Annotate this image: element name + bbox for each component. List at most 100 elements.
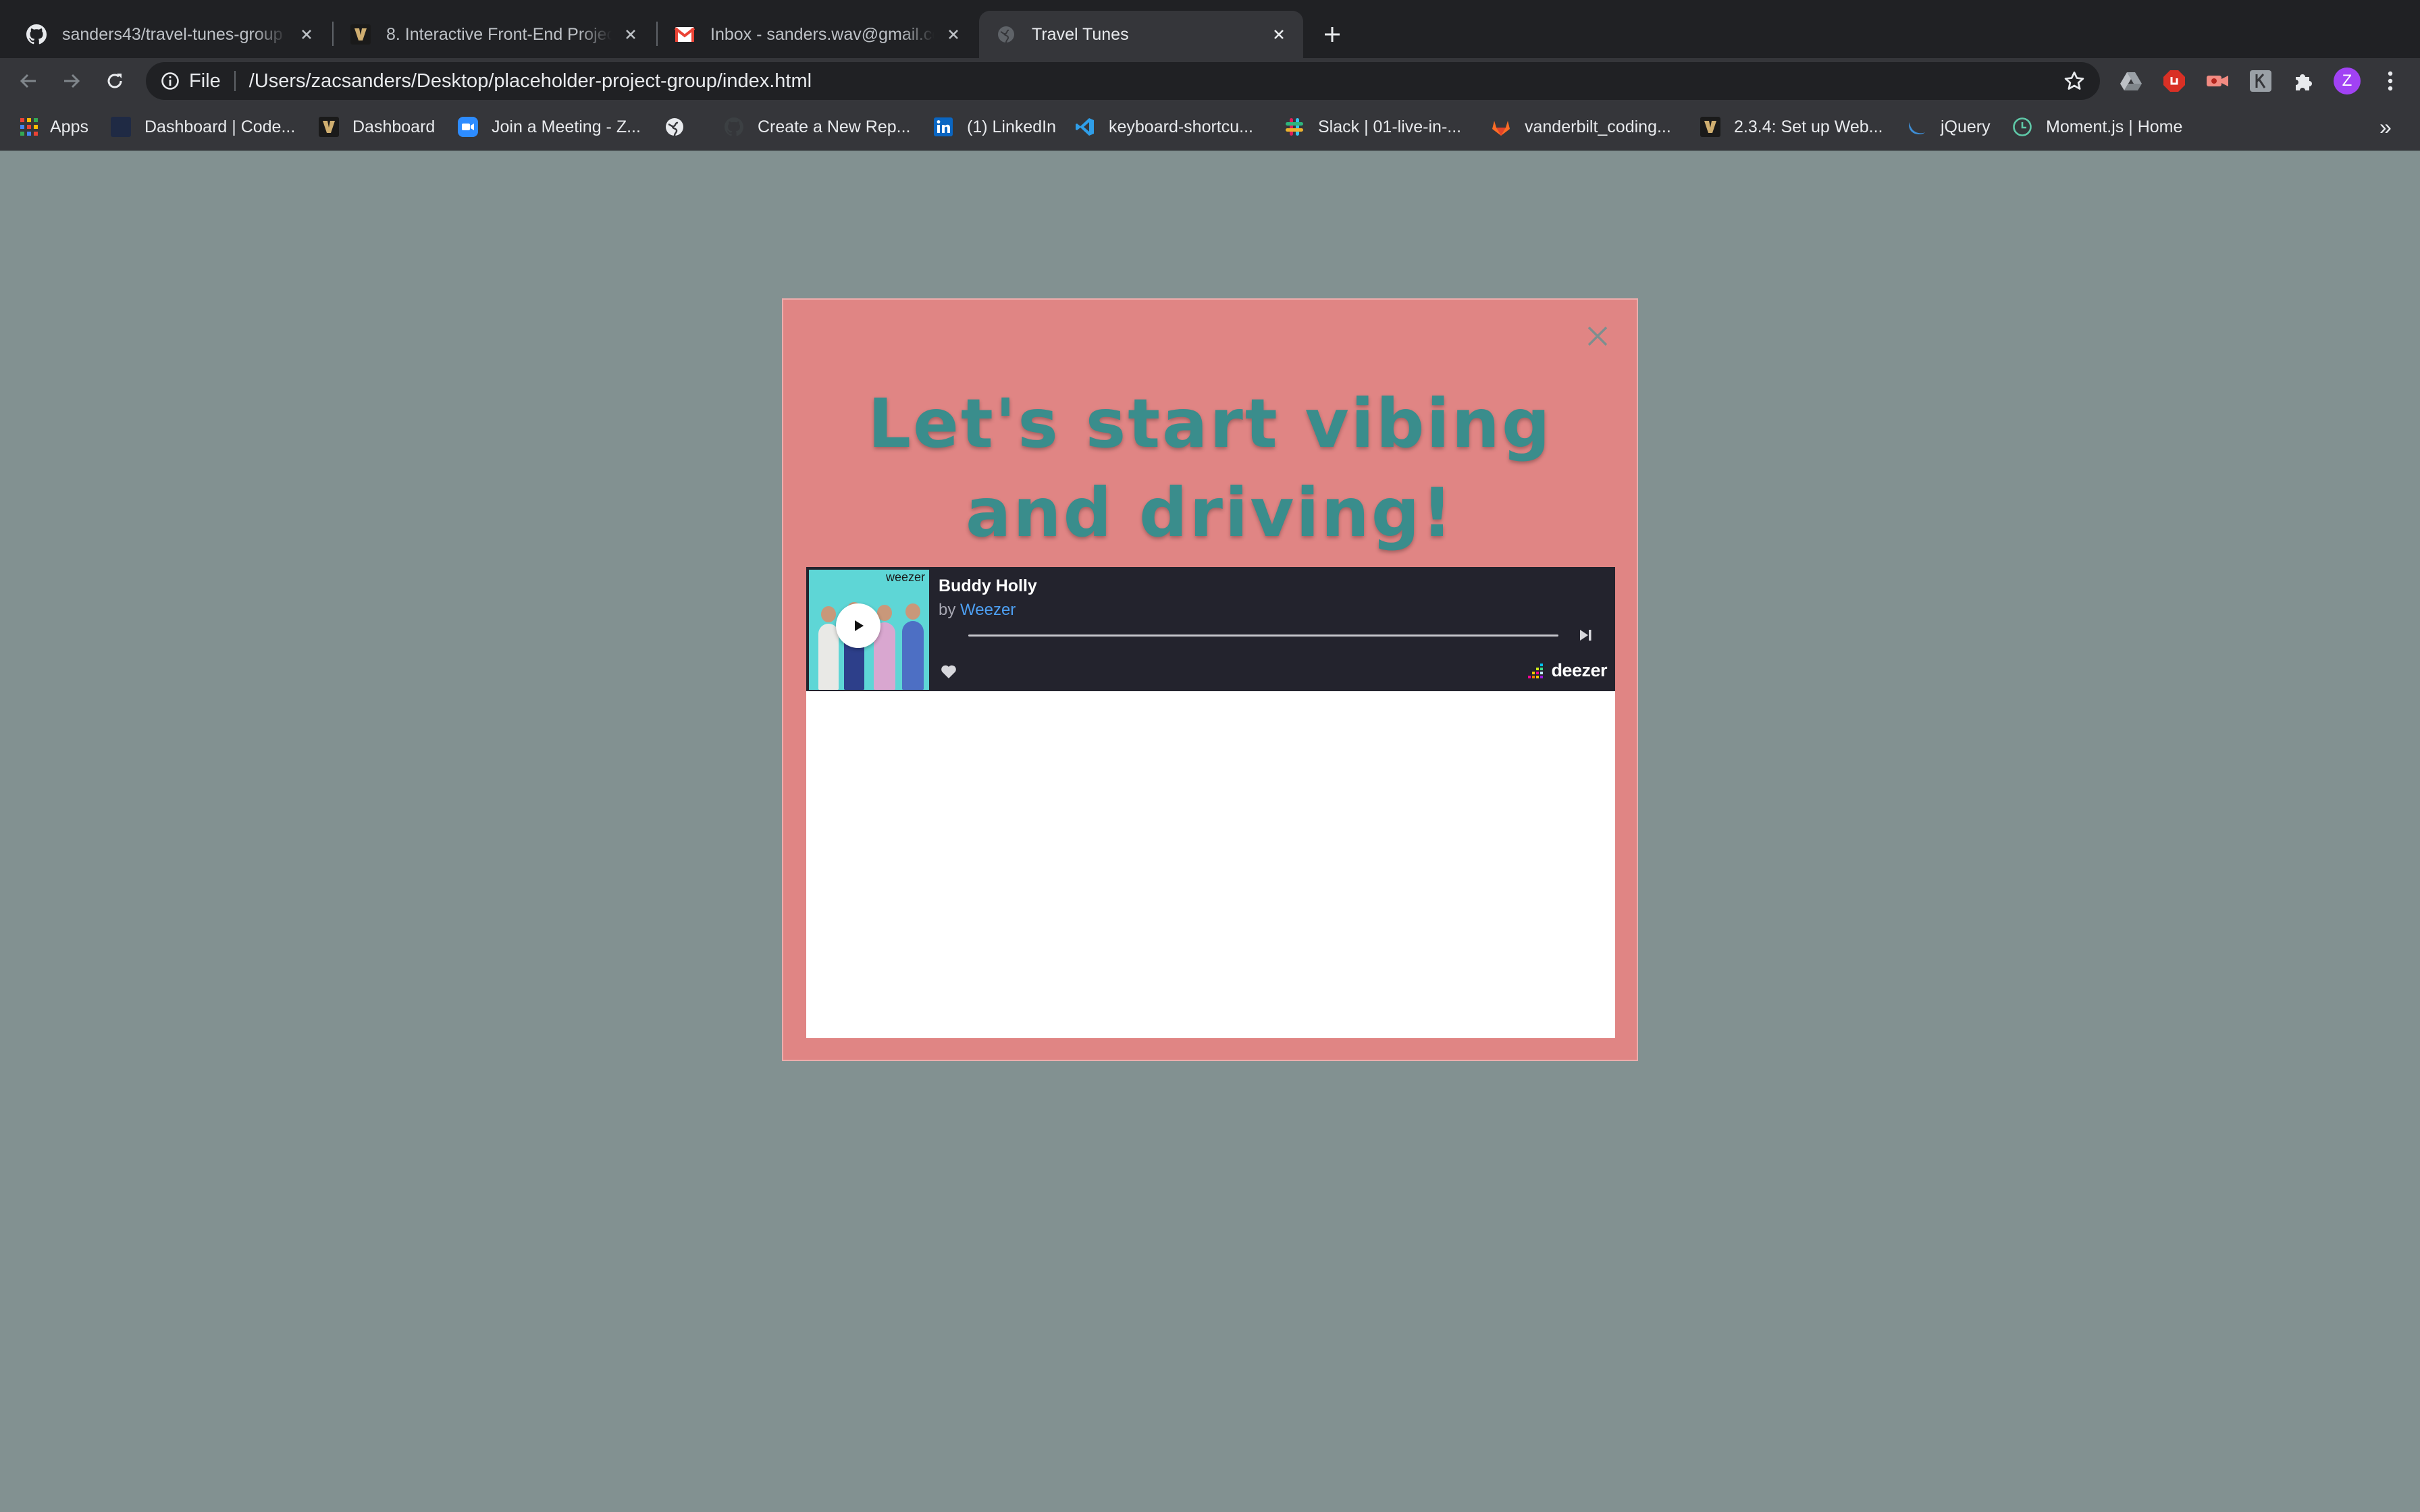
profile-avatar[interactable]: Z [2332, 66, 2362, 96]
codecademy-icon [111, 117, 131, 137]
close-tab-icon[interactable] [943, 24, 964, 45]
bookmark-star-icon[interactable] [2062, 69, 2086, 93]
by-label: by [939, 601, 956, 619]
bookmark-codecademy[interactable]: Dashboard | Code... [111, 112, 295, 142]
bookmark-label: Moment.js | Home [2046, 117, 2183, 136]
modal-dialog: Let's start vibing and driving! weezer B… [782, 298, 1638, 1061]
globe-icon [664, 117, 685, 137]
reload-icon [107, 74, 122, 88]
back-arrow-icon [20, 74, 36, 88]
menu-kebab-icon[interactable] [2375, 66, 2405, 96]
browser-chrome: sanders43/travel-tunes-group 8. Interact… [0, 0, 2420, 151]
bookmark-set-up-web[interactable]: 2.3.4: Set up Web... [1700, 112, 1883, 142]
extensions-puzzle-icon[interactable] [2289, 66, 2319, 96]
track-title: Buddy Holly [939, 576, 1037, 595]
deezer-wordmark: deezer [1551, 660, 1607, 680]
browser-toolbar: File /Users/zacsanders/Desktop/placehold… [0, 58, 2420, 104]
modal-content-area [806, 691, 1615, 1038]
deezer-equalizer-icon [1528, 663, 1544, 678]
bookmarks-overflow-button[interactable]: » [2379, 112, 2392, 142]
github-icon [26, 24, 47, 45]
heart-icon [941, 665, 956, 678]
deezer-player-widget: weezer Buddy Holly by Weezer deezer [806, 567, 1615, 691]
skip-next-button[interactable] [1575, 625, 1598, 645]
bookmark-label: Join a Meeting - Z... [492, 117, 641, 136]
album-cover: weezer [809, 570, 929, 690]
bookmark-jquery[interactable]: jQuery [1907, 112, 1991, 142]
new-tab-button[interactable] [1317, 19, 1348, 50]
close-tab-icon[interactable] [620, 24, 641, 45]
bookmark-label: jQuery [1941, 117, 1991, 136]
bookmark-label: Apps [50, 117, 88, 136]
gitlab-icon [1491, 117, 1511, 137]
tab-title: sanders43/travel-tunes-group [62, 24, 283, 44]
tab-vanderbilt[interactable]: 8. Interactive Front-End Project [334, 11, 655, 58]
tab-title: 8. Interactive Front-End Project [386, 24, 612, 44]
forward-arrow-icon [64, 74, 80, 88]
bookmark-label: Create a New Rep... [758, 117, 911, 136]
artist-link[interactable]: Weezer [960, 601, 1016, 619]
close-icon[interactable] [1584, 323, 1611, 350]
bookmark-vscode[interactable]: keyboard-shortcu... [1075, 112, 1253, 142]
jquery-icon [1907, 117, 1927, 137]
bookmark-label: (1) LinkedIn [967, 117, 1057, 136]
vanderbilt-icon [350, 24, 371, 45]
track-artist-line: by Weezer [939, 601, 1016, 620]
profile-initial: Z [2342, 72, 2352, 90]
band-member-head [905, 603, 920, 620]
adblock-icon[interactable] [2159, 66, 2189, 96]
deezer-logo[interactable]: deezer [1528, 660, 1607, 681]
reload-button[interactable] [99, 65, 131, 97]
address-bar[interactable]: File /Users/zacsanders/Desktop/placehold… [146, 62, 2100, 100]
extension-k-icon[interactable] [2246, 66, 2276, 96]
band-member-figure [818, 624, 839, 690]
info-icon[interactable] [161, 72, 180, 90]
bookmark-dashboard[interactable]: Dashboard [319, 112, 435, 142]
bookmark-label: Dashboard | Code... [144, 117, 296, 136]
bookmark-label: 2.3.4: Set up Web... [1734, 117, 1883, 136]
bookmark-gitlab[interactable]: vanderbilt_coding... [1491, 112, 1671, 142]
plus-icon [1325, 27, 1340, 42]
tab-strip: sanders43/travel-tunes-group 8. Interact… [0, 0, 2420, 58]
tab-gmail[interactable]: Inbox - sanders.wav@gmail.com [658, 11, 978, 58]
globe-icon [995, 24, 1017, 45]
slack-icon [1284, 117, 1305, 137]
url-text[interactable]: /Users/zacsanders/Desktop/placeholder-pr… [249, 70, 812, 92]
close-tab-icon[interactable] [1268, 24, 1290, 45]
tab-travel-tunes[interactable]: Travel Tunes [979, 11, 1303, 58]
album-cover-brand: weezer [885, 570, 925, 584]
bookmark-slack[interactable]: Slack | 01-live-in-... [1284, 112, 1461, 142]
bookmark-globe[interactable] [664, 112, 685, 142]
tab-title: Travel Tunes [1032, 24, 1129, 44]
linkedin-icon [933, 117, 953, 137]
band-member-head [821, 606, 836, 622]
bookmark-zoom[interactable]: Join a Meeting - Z... [458, 112, 641, 142]
vanderbilt-icon [319, 117, 339, 137]
bookmark-linkedin[interactable]: (1) LinkedIn [933, 112, 1056, 142]
back-button[interactable] [12, 65, 45, 97]
url-scheme: File [189, 70, 221, 92]
progress-bar[interactable] [968, 634, 1558, 637]
bookmark-label: vanderbilt_coding... [1525, 117, 1671, 136]
modal-title: Let's start vibing and driving! [868, 384, 1552, 552]
play-button[interactable] [836, 603, 880, 648]
band-member-figure [902, 621, 924, 690]
bookmark-label: Slack | 01-live-in-... [1318, 117, 1462, 136]
forward-button[interactable] [55, 65, 88, 97]
screen-recorder-icon[interactable] [2203, 66, 2232, 96]
google-drive-icon[interactable] [2116, 66, 2146, 96]
bookmark-label: Dashboard [352, 117, 436, 136]
bookmark-github-new-repo[interactable]: Create a New Rep... [724, 112, 911, 142]
favorite-button[interactable] [939, 662, 959, 682]
bookmark-momentjs[interactable]: Moment.js | Home [2012, 112, 2182, 142]
zoom-icon [458, 117, 478, 137]
vanderbilt-icon [1700, 117, 1720, 137]
gmail-icon [674, 24, 695, 45]
close-tab-icon[interactable] [296, 24, 317, 45]
url-divider [234, 71, 236, 91]
tab-github[interactable]: sanders43/travel-tunes-group [0, 11, 331, 58]
clock-icon [2012, 117, 2032, 137]
play-icon [855, 620, 864, 631]
chevron-double-right-icon: » [2379, 114, 2392, 139]
bookmark-apps[interactable]: Apps [19, 112, 88, 142]
